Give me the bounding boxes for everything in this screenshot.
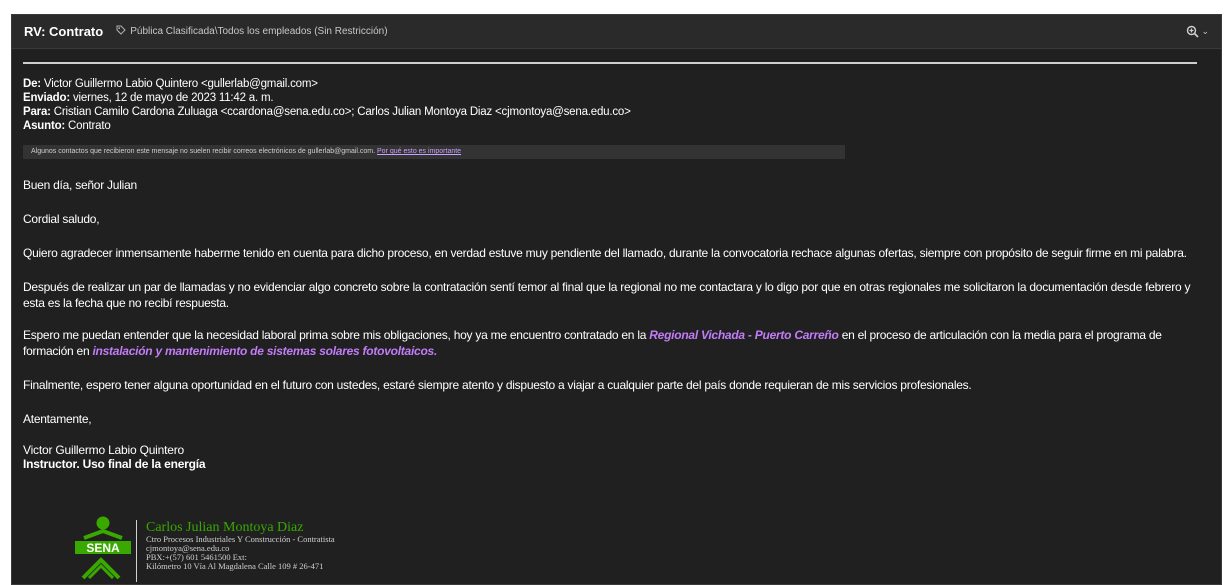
external-sender-banner: Algunos contactos que recibieron este me… xyxy=(23,145,845,159)
contact-address: Kilómetro 10 Vía Al Magdalena Calle 109 … xyxy=(146,561,324,571)
sena-signature-block: SENA Carlos Julian Montoya Diaz Ctro Pro… xyxy=(74,516,474,584)
paragraph-2: Después de realizar un par de llamadas y… xyxy=(23,280,1191,310)
tag-icon xyxy=(116,25,126,38)
salutation: Cordial saludo, xyxy=(23,212,100,226)
message-body: Buen día, señor Julian Cordial saludo, Q… xyxy=(23,177,1211,471)
paragraph-3-text-a: Espero me puedan entender que la necesid… xyxy=(23,328,650,342)
from-value: Victor Guillermo Labio Quintero <gullerl… xyxy=(40,78,318,90)
to-label: Para: xyxy=(23,106,51,118)
original-message-header: De: Victor Guillermo Labio Quintero <gul… xyxy=(23,77,1211,133)
subject-value: Contrato xyxy=(65,120,111,132)
message-content: De: Victor Guillermo Labio Quintero <gul… xyxy=(23,77,1211,471)
signature-title: Instructor. Uso final de la energía xyxy=(23,457,206,471)
message-header-bar: RV: Contrato Pública Clasificada\Todos l… xyxy=(12,15,1221,49)
subject-line: Asunto: Contrato xyxy=(23,119,1211,133)
signature-name: Victor Guillermo Labio Quintero xyxy=(23,443,184,457)
highlight-regional: Regional Vichada - Puerto Carreño xyxy=(649,328,839,342)
zoom-in-icon xyxy=(1186,25,1200,38)
message-subject: RV: Contrato xyxy=(24,24,104,39)
banner-link[interactable]: Por qué esto es importante xyxy=(377,148,461,155)
from-label: De: xyxy=(23,78,41,90)
header-divider xyxy=(23,62,1197,64)
greeting: Buen día, señor Julian xyxy=(23,178,137,192)
logo-text: SENA xyxy=(86,541,120,555)
highlight-program: instalación y mantenimiento de sistemas … xyxy=(92,344,438,358)
to-line: Para: Cristian Camilo Cardona Zuluaga <c… xyxy=(23,105,1211,119)
chevron-down-icon: ⌄ xyxy=(1201,26,1209,36)
sent-line: Enviado: viernes, 12 de mayo de 2023 11:… xyxy=(23,91,1211,105)
sent-value: viernes, 12 de mayo de 2023 11:42 a. m. xyxy=(69,92,274,104)
paragraph-3: Espero me puedan entender que la necesid… xyxy=(23,327,1211,359)
zoom-button[interactable]: ⌄ xyxy=(1186,25,1209,38)
sender-signature: Victor Guillermo Labio Quintero Instruct… xyxy=(23,443,1211,471)
paragraph-1: Quiero agradecer inmensamente haberme te… xyxy=(23,246,1187,260)
sensitivity-label: Pública Clasificada\Todos los empleados … xyxy=(130,26,388,37)
email-reading-pane: RV: Contrato Pública Clasificada\Todos l… xyxy=(11,14,1222,585)
to-value: Cristian Camilo Cardona Zuluaga <ccardon… xyxy=(50,106,631,118)
sena-logo: SENA xyxy=(75,516,131,580)
contact-name: Carlos Julian Montoya Diaz xyxy=(146,520,304,535)
subject-label: Asunto: xyxy=(23,120,66,132)
contact-info: Carlos Julian Montoya Diaz Ctro Procesos… xyxy=(146,520,335,571)
paragraph-4: Finalmente, espero tener alguna oportuni… xyxy=(23,378,972,392)
closing: Atentamente, xyxy=(23,412,92,426)
banner-text: Algunos contactos que recibieron este me… xyxy=(31,148,378,155)
from-line: De: Victor Guillermo Labio Quintero <gul… xyxy=(23,77,1211,91)
sent-label: Enviado: xyxy=(23,92,70,104)
signature-divider xyxy=(136,520,137,582)
